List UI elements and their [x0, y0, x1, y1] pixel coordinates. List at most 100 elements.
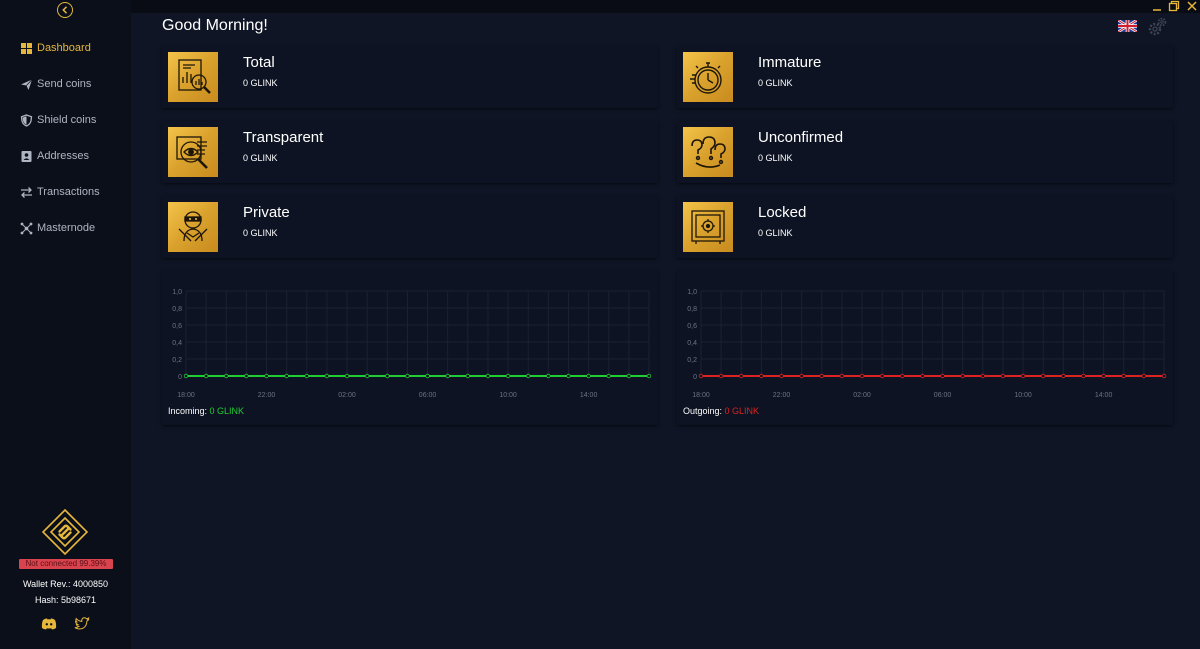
- data-point[interactable]: [606, 373, 611, 379]
- settings-gears-icon[interactable]: [1147, 17, 1167, 37]
- card-icon-tile: [683, 52, 733, 102]
- card-icon-tile: [168, 202, 218, 252]
- title-bar: [131, 0, 1200, 13]
- y-tick-label: 0,8: [172, 306, 182, 313]
- data-point[interactable]: [224, 373, 229, 379]
- y-tick-label: 0,6: [687, 323, 697, 330]
- data-point[interactable]: [1141, 373, 1147, 379]
- data-point[interactable]: [183, 373, 189, 379]
- data-point[interactable]: [385, 373, 390, 379]
- data-point[interactable]: [698, 373, 704, 379]
- question-marks-icon: [691, 136, 726, 168]
- card-unconfirmed: Unconfirmed 0 GLINK: [677, 121, 1173, 183]
- data-point[interactable]: [445, 373, 450, 379]
- data-point[interactable]: [505, 373, 511, 379]
- data-point[interactable]: [1121, 373, 1126, 379]
- y-tick-label: 0,4: [172, 340, 182, 347]
- network-icon: [20, 222, 33, 235]
- stopwatch-icon: [690, 62, 722, 94]
- data-point[interactable]: [1061, 373, 1066, 379]
- sidebar-item-masternode[interactable]: Masternode: [0, 210, 131, 246]
- data-point[interactable]: [759, 373, 764, 379]
- chevron-left-icon: [62, 6, 68, 14]
- sidebar-item-label: Send coins: [37, 78, 92, 90]
- data-point[interactable]: [1101, 373, 1106, 379]
- card-transparent: Transparent 0 GLINK: [162, 121, 658, 183]
- data-point[interactable]: [779, 373, 784, 379]
- data-point[interactable]: [425, 373, 430, 379]
- sidebar-item-addresses[interactable]: Addresses: [0, 138, 131, 174]
- card-private: Private 0 GLINK: [162, 196, 658, 258]
- data-point[interactable]: [284, 373, 289, 379]
- data-point[interactable]: [465, 373, 471, 379]
- card-title: Total: [243, 54, 275, 71]
- data-point[interactable]: [526, 373, 531, 379]
- data-point[interactable]: [485, 373, 491, 379]
- data-point[interactable]: [718, 373, 724, 379]
- data-point[interactable]: [980, 373, 986, 379]
- greeting-title: Good Morning!: [162, 17, 268, 34]
- data-point[interactable]: [900, 373, 905, 379]
- data-point[interactable]: [364, 373, 370, 379]
- close-icon[interactable]: [1186, 0, 1198, 12]
- data-point[interactable]: [626, 373, 632, 379]
- card-icon-tile: [168, 127, 218, 177]
- sidebar-item-dashboard[interactable]: Dashboard: [0, 30, 131, 66]
- data-point[interactable]: [940, 373, 945, 379]
- data-point[interactable]: [859, 373, 865, 379]
- data-point[interactable]: [1081, 373, 1086, 379]
- card-title: Private: [243, 204, 290, 221]
- y-tick-label: 0,2: [172, 357, 182, 364]
- data-point[interactable]: [646, 373, 652, 379]
- sidebar-item-label: Transactions: [37, 186, 100, 198]
- data-point[interactable]: [1041, 373, 1046, 379]
- data-point[interactable]: [739, 373, 744, 379]
- card-value: 0 GLINK: [758, 78, 793, 88]
- twitter-icon[interactable]: [74, 616, 90, 632]
- card-value: 0 GLINK: [758, 153, 793, 163]
- data-point[interactable]: [799, 373, 804, 379]
- data-point[interactable]: [344, 373, 350, 379]
- discord-icon[interactable]: [41, 616, 57, 632]
- sidebar-item-label: Dashboard: [37, 42, 91, 54]
- data-point[interactable]: [324, 373, 330, 379]
- sidebar-item-transactions[interactable]: Transactions: [0, 174, 131, 210]
- data-point[interactable]: [405, 373, 410, 379]
- card-value: 0 GLINK: [758, 228, 793, 238]
- data-point[interactable]: [879, 373, 885, 379]
- card-icon-tile: [683, 202, 733, 252]
- sidebar-item-send-coins[interactable]: Send coins: [0, 66, 131, 102]
- grid-icon: [20, 42, 33, 55]
- data-point[interactable]: [920, 373, 925, 379]
- card-title: Immature: [758, 54, 822, 71]
- card-value: 0 GLINK: [243, 228, 278, 238]
- minimize-icon[interactable]: [1151, 0, 1163, 12]
- data-point[interactable]: [839, 373, 845, 379]
- outgoing-chart: 1,0 0,8 0,6 0,4 0,2 0 18:00 22:00 02:00 06:00 10:0…: [687, 289, 1167, 399]
- data-point[interactable]: [566, 373, 571, 379]
- uk-flag-icon[interactable]: [1118, 20, 1137, 32]
- data-point[interactable]: [244, 373, 249, 379]
- data-point[interactable]: [819, 373, 824, 379]
- data-point[interactable]: [264, 373, 269, 379]
- back-button[interactable]: [57, 2, 73, 18]
- data-point[interactable]: [1161, 373, 1167, 379]
- data-point[interactable]: [304, 373, 309, 379]
- x-tick-label: 22:00: [258, 392, 276, 399]
- y-tick-label: 0,8: [687, 306, 697, 313]
- data-point[interactable]: [960, 373, 965, 379]
- restore-icon[interactable]: [1168, 0, 1180, 12]
- y-tick-label: 0: [693, 374, 697, 381]
- sidebar-item-shield-coins[interactable]: Shield coins: [0, 102, 131, 138]
- data-point[interactable]: [203, 373, 209, 379]
- x-tick-label: 06:00: [934, 392, 952, 399]
- data-point[interactable]: [546, 373, 551, 379]
- data-point[interactable]: [1020, 373, 1026, 379]
- card-title: Locked: [758, 204, 807, 221]
- card-locked: Locked 0 GLINK: [677, 196, 1173, 258]
- arrows-exchange-icon: [20, 186, 33, 199]
- incoming-summary: Incoming: 0 GLINK: [168, 406, 244, 416]
- sidebar-item-label: Masternode: [37, 222, 96, 234]
- data-point[interactable]: [586, 373, 591, 379]
- data-point[interactable]: [1000, 373, 1006, 379]
